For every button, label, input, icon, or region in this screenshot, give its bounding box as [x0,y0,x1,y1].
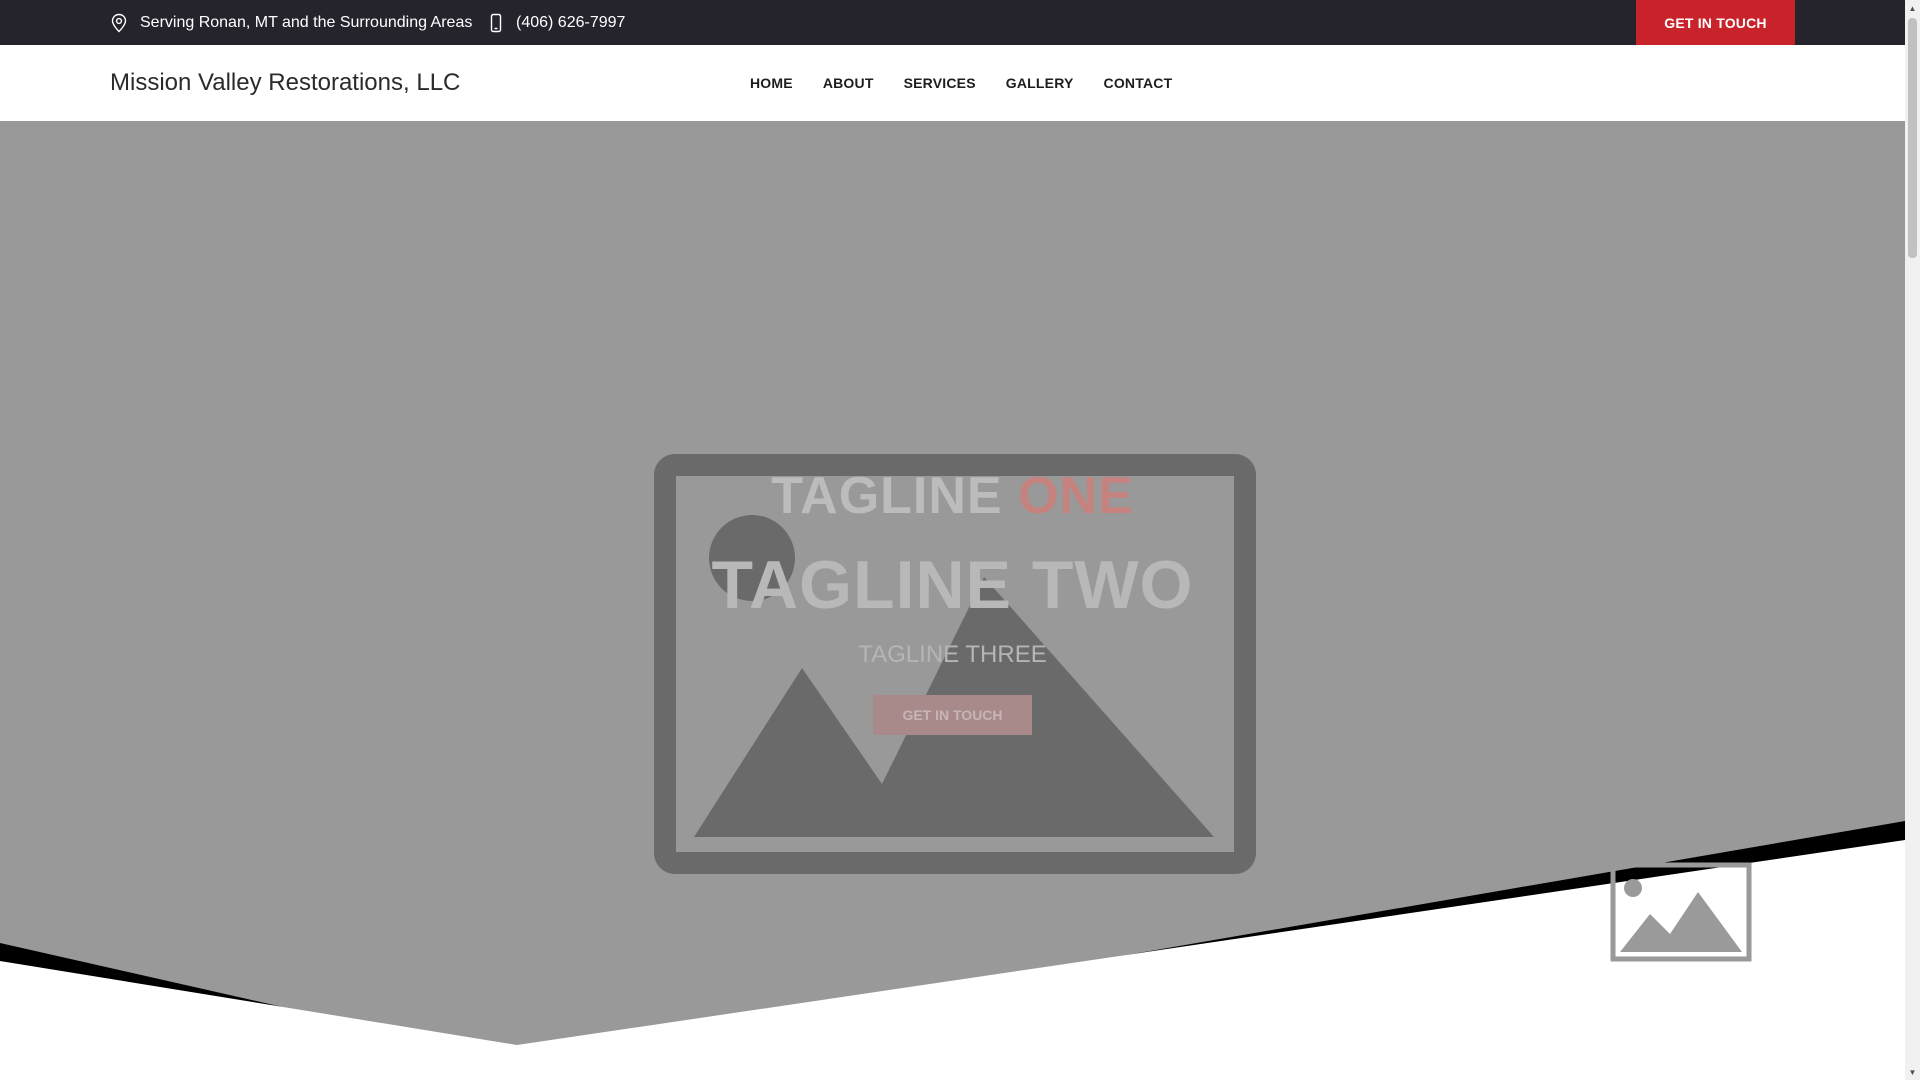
site-logo[interactable]: Mission Valley Restorations, LLC [110,45,460,121]
scroll-up-icon[interactable]: ▲ [1905,0,1920,16]
small-image-placeholder-icon [1610,862,1752,962]
scrollbar-thumb[interactable] [1908,18,1917,258]
mobile-phone-icon [490,13,502,32]
phone-text[interactable]: (406) 626-7997 [516,14,625,32]
nav-about[interactable]: ABOUT [823,75,874,91]
top-bar: Serving Ronan, MT and the Surrounding Ar… [0,0,1905,45]
nav-home[interactable]: HOME [750,75,793,91]
site-header: Mission Valley Restorations, LLC HOME AB… [0,45,1905,121]
map-pin-icon [111,13,127,32]
phone-number[interactable]: (406) 626-7997 [490,0,625,45]
service-area: Serving Ronan, MT and the Surrounding Ar… [110,0,472,45]
page: Serving Ronan, MT and the Surrounding Ar… [0,0,1920,1080]
page-scrollbar[interactable]: ▲ ▼ [1905,0,1920,1080]
nav-contact[interactable]: CONTACT [1104,75,1173,91]
nav-services[interactable]: SERVICES [904,75,976,91]
nav-gallery[interactable]: GALLERY [1006,75,1074,91]
get-in-touch-top-button[interactable]: GET IN TOUCH [1636,0,1795,45]
main-nav: HOME ABOUT SERVICES GALLERY CONTACT [735,45,1187,121]
service-area-text: Serving Ronan, MT and the Surrounding Ar… [140,13,473,31]
scroll-down-icon[interactable]: ▼ [1905,1064,1920,1080]
hero-section: TAGLINE ONE TAGLINE TWO TAGLINE THREE GE… [0,121,1905,1080]
